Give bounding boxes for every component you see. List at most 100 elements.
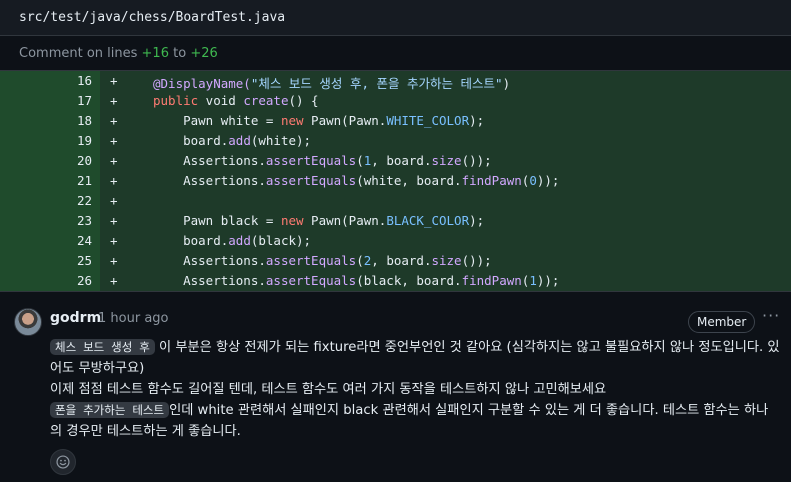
plain-token: ): [502, 76, 511, 91]
line-gutter: 22: [0, 191, 100, 211]
comment-author[interactable]: godrm: [50, 310, 101, 326]
comment-text: 이 부분은 항상 전제가 되는 fixture라면 중언부언인 것 같아요 (심…: [50, 340, 780, 376]
function-token: size: [431, 153, 462, 168]
code-text: @DisplayName("체스 보드 생성 후, 폰을 추가하는 테스트"): [153, 73, 510, 92]
number-token: 0: [529, 173, 537, 188]
function-token: findPawn: [461, 173, 522, 188]
diff-code-block: 16 + @DisplayName("체스 보드 생성 후, 폰을 추가하는 테…: [0, 71, 791, 291]
range-start: +16: [141, 46, 169, 61]
plain-token: Assertions.: [153, 173, 266, 188]
code-line: 17 + public void create() {: [0, 91, 791, 111]
diff-sign: +: [110, 173, 118, 188]
line-number[interactable]: 17: [77, 93, 92, 108]
diff-sign: +: [110, 133, 118, 148]
code-line: 21 + Assertions.assertEquals(white, boar…: [0, 171, 791, 191]
plain-token: board.: [153, 233, 229, 248]
kebab-icon[interactable]: ···: [762, 306, 780, 325]
keyword-token: new: [280, 213, 304, 228]
line-number[interactable]: 16: [77, 73, 92, 88]
plain-token: ());: [461, 253, 492, 268]
range-joiner: to: [173, 46, 187, 61]
smiley-icon: [56, 455, 70, 469]
avatar[interactable]: [14, 308, 42, 336]
diff-sign: +: [110, 213, 118, 228]
line-number[interactable]: 26: [77, 273, 92, 288]
diff-sign: +: [110, 193, 118, 208]
plain-token: ));: [536, 173, 560, 188]
line-gutter: 19: [0, 131, 100, 151]
diff-sign: +: [110, 113, 118, 128]
line-number[interactable]: 24: [77, 233, 92, 248]
line-gutter: 16: [0, 71, 100, 91]
keyword-token: new: [280, 113, 304, 128]
line-gutter: 21: [0, 171, 100, 191]
line-number[interactable]: 25: [77, 253, 92, 268]
code-line: 22 +: [0, 191, 791, 211]
file-path[interactable]: src/test/java/chess/BoardTest.java: [19, 10, 285, 25]
code-text: Assertions.assertEquals(black, board.fin…: [153, 273, 559, 288]
function-token: create: [243, 93, 289, 108]
plain-token: ));: [536, 273, 560, 288]
code-line: 24 + board.add(black);: [0, 231, 791, 251]
add-reaction-button[interactable]: [50, 449, 76, 475]
inline-code: 체스 보드 생성 후: [50, 339, 155, 355]
plain-token: (black, board.: [356, 273, 462, 288]
review-comment: godrm 1 hour ago Member ··· 체스 보드 생성 후 이…: [0, 291, 791, 482]
code-text: Assertions.assertEquals(1, board.size())…: [153, 153, 492, 168]
line-number[interactable]: 20: [77, 153, 92, 168]
line-gutter: 25: [0, 251, 100, 271]
plain-token: , board.: [371, 253, 432, 268]
constant-token: BLACK_COLOR: [386, 213, 470, 228]
plain-token: Pawn(Pawn.: [303, 113, 387, 128]
code-text: board.add(black);: [153, 233, 311, 248]
diff-sign: +: [110, 233, 118, 248]
line-number[interactable]: 21: [77, 173, 92, 188]
code-line: 23 + Pawn black = new Pawn(Pawn.BLACK_CO…: [0, 211, 791, 231]
range-end: +26: [190, 46, 218, 61]
plain-token: Assertions.: [153, 153, 266, 168]
member-badge: Member: [688, 311, 756, 333]
diff-sign: +: [110, 253, 118, 268]
line-gutter: 20: [0, 151, 100, 171]
comment-paragraph: 체스 보드 생성 후 이 부분은 항상 전제가 되는 fixture라면 중언부…: [50, 337, 780, 379]
function-token: size: [431, 253, 462, 268]
plain-token: Pawn black =: [153, 213, 281, 228]
plain-token: (black);: [250, 233, 312, 248]
constant-token: WHITE_COLOR: [386, 113, 470, 128]
plain-token: ());: [461, 153, 492, 168]
plain-token: Pawn(Pawn.: [303, 213, 387, 228]
comment-body: 체스 보드 생성 후 이 부분은 항상 전제가 되는 fixture라면 중언부…: [50, 337, 780, 442]
function-token: findPawn: [461, 273, 522, 288]
line-number[interactable]: 18: [77, 113, 92, 128]
line-number[interactable]: 22: [77, 193, 92, 208]
comment-text: 이제 점점 테스트 함수도 길어질 텐데, 테스트 함수도 여러 가지 동작을 …: [50, 382, 607, 397]
plain-token: board.: [153, 133, 229, 148]
function-token: assertEquals: [265, 173, 357, 188]
number-token: 1: [529, 273, 537, 288]
line-number[interactable]: 23: [77, 213, 92, 228]
diff-sign: +: [110, 273, 118, 288]
code-text: Pawn white = new Pawn(Pawn.WHITE_COLOR);: [153, 113, 484, 128]
line-number[interactable]: 19: [77, 133, 92, 148]
line-gutter: 23: [0, 211, 100, 231]
plain-token: (: [356, 253, 364, 268]
plain-token: Assertions.: [153, 273, 266, 288]
file-header: src/test/java/chess/BoardTest.java: [0, 0, 791, 36]
function-token: assertEquals: [265, 253, 357, 268]
plain-token: (white);: [250, 133, 312, 148]
comment-range-text: Comment on lines +16 to +26: [19, 46, 218, 61]
string-token: "체스 보드 생성 후, 폰을 추가하는 테스트": [250, 76, 503, 91]
function-token: assertEquals: [265, 153, 357, 168]
diff-sign: +: [110, 153, 118, 168]
plain-token: Pawn white =: [153, 113, 281, 128]
function-token: assertEquals: [265, 273, 357, 288]
comment-paragraph: 이제 점점 테스트 함수도 길어질 텐데, 테스트 함수도 여러 가지 동작을 …: [50, 379, 780, 400]
plain-token: Assertions.: [153, 253, 266, 268]
plain-token: void: [198, 93, 244, 108]
comment-range-header: Comment on lines +16 to +26: [0, 36, 791, 71]
plain-token: );: [469, 213, 485, 228]
function-token: add: [228, 133, 251, 148]
code-line: 18 + Pawn white = new Pawn(Pawn.WHITE_CO…: [0, 111, 791, 131]
comment-timestamp[interactable]: 1 hour ago: [98, 311, 168, 326]
diff-sign: +: [110, 93, 118, 108]
